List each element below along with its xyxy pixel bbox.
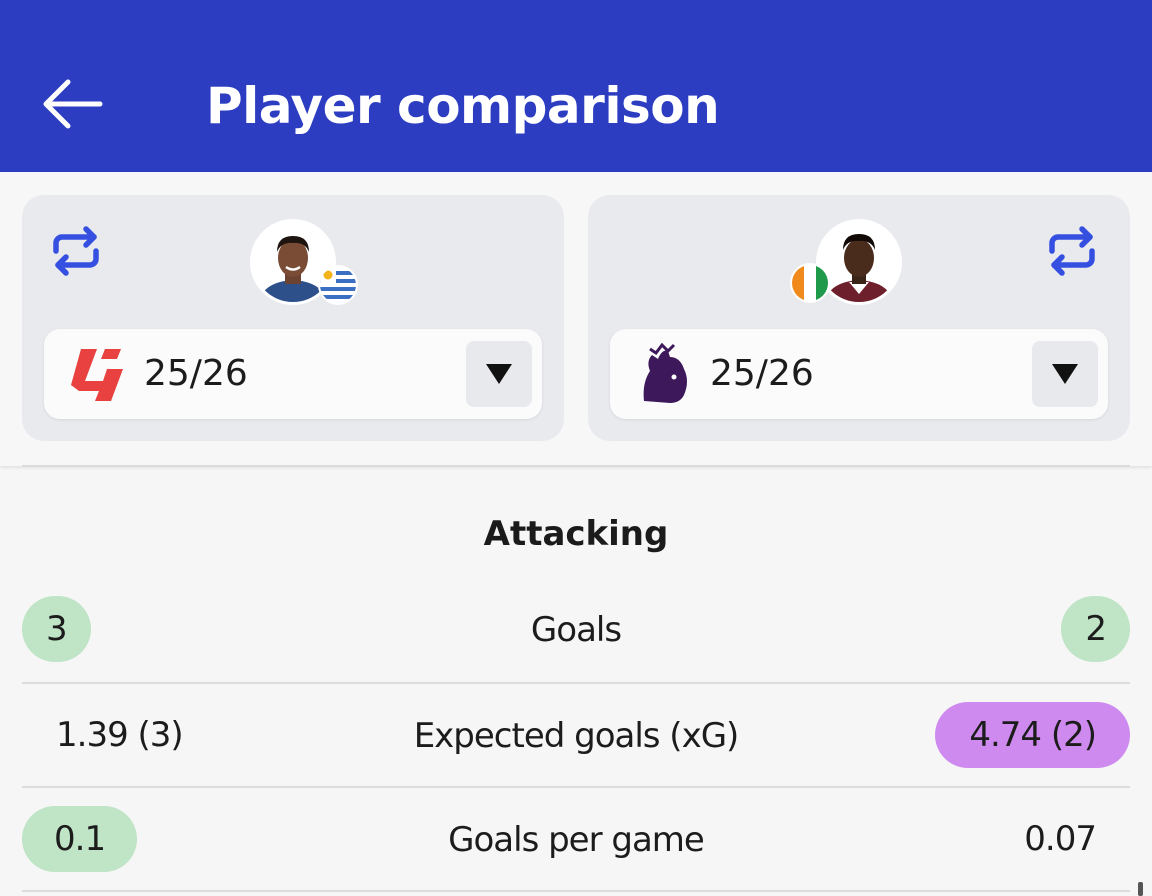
season-select-right[interactable]: 25/26 (610, 329, 1108, 419)
section-title: Attacking (483, 514, 669, 554)
stat-row-expected-goals: 1.39 (3) Expected goals (xG) 4.74 (2) (22, 686, 1130, 790)
stat-label: Goals (530, 610, 622, 650)
swap-player-button[interactable] (44, 219, 108, 283)
stat-row-goals-per-game: 0.1 Goals per game 0.07 (22, 790, 1130, 894)
premier-league-logo (632, 343, 696, 405)
season-dropdown-button[interactable] (1032, 341, 1098, 407)
player-avatar[interactable] (816, 219, 902, 305)
ivory-coast-flag (790, 263, 830, 303)
season-dropdown-button[interactable] (466, 341, 532, 407)
arrow-left-icon (43, 79, 103, 129)
chevron-down-icon (486, 364, 512, 384)
stat-value-right: 0.07 (1024, 819, 1097, 859)
page-title: Player comparison (206, 77, 720, 135)
season-value: 25/26 (710, 353, 814, 394)
divider (22, 786, 1130, 788)
stat-label: Goals per game (448, 820, 705, 860)
player-card-right: 25/26 (588, 195, 1130, 441)
divider (22, 682, 1130, 684)
divider (22, 465, 1130, 467)
stat-value-right: 4.74 (2) (935, 702, 1130, 768)
app-bar: Player comparison (0, 0, 1152, 172)
season-value: 25/26 (144, 353, 248, 394)
laliga-logo (66, 343, 130, 405)
swap-arrows-icon (53, 226, 99, 276)
uruguay-flag (318, 265, 358, 305)
divider (22, 890, 1130, 892)
chevron-down-icon (1052, 364, 1078, 384)
swap-player-button[interactable] (1040, 219, 1104, 283)
stat-row-goals: 3 Goals 2 (22, 580, 1130, 684)
back-button[interactable] (36, 72, 108, 136)
season-select-left[interactable]: 25/26 (44, 329, 542, 419)
scrollbar[interactable] (1138, 882, 1143, 896)
swap-arrows-icon (1049, 226, 1095, 276)
stat-value-right: 2 (1061, 596, 1130, 662)
player-card-left: 25/26 (22, 195, 564, 441)
